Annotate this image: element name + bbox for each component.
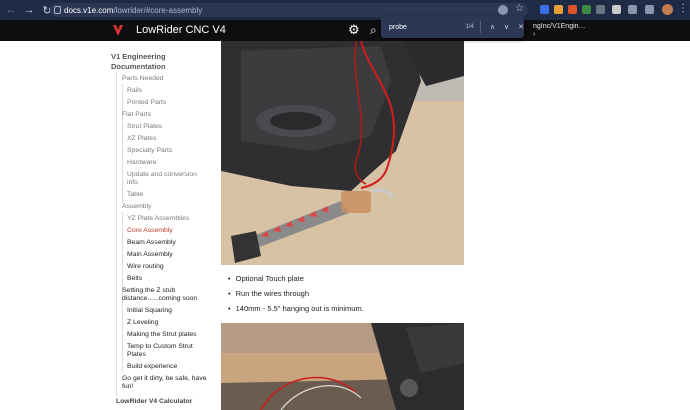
sidebar-item-xz-plates[interactable]: XZ Plates	[127, 135, 156, 143]
zoom-icon[interactable]	[498, 5, 508, 15]
sidebar-item-beam-assembly[interactable]: Beam Assembly	[127, 239, 176, 247]
sidebar-item-rails[interactable]: Rails	[127, 87, 142, 95]
sidebar-item-update-conversion[interactable]: Update and conversion	[127, 171, 197, 179]
site-header: LowRider CNC V4 ⚙ ⌕ ngInc/V1Engin… ›	[0, 20, 690, 41]
sidebar-item-table[interactable]: Table	[127, 191, 143, 199]
doc-heading-line2: Documentation	[111, 62, 166, 71]
site-title[interactable]: LowRider CNC V4	[136, 24, 226, 36]
extension-icon[interactable]	[596, 5, 605, 14]
extension-icon[interactable]	[582, 5, 591, 14]
nav-guide-line	[116, 72, 117, 396]
profile-avatar[interactable]	[662, 4, 673, 15]
url-path: /lowrider/#core-assembly	[113, 5, 203, 15]
extensions-puzzle-icon[interactable]	[628, 5, 637, 14]
extension-icon[interactable]	[540, 5, 549, 14]
sidebar-item-calculator[interactable]: LowRider V4 Calculator	[116, 398, 192, 406]
sidebar-item-z-stub[interactable]: Setting the Z stub	[122, 287, 175, 295]
bullet-item: Run the wires through	[228, 289, 309, 298]
sidebar-item-update-conversion-cont[interactable]: info	[127, 179, 138, 187]
back-icon[interactable]: ←	[4, 4, 18, 16]
sidebar-item-flat-parts[interactable]: Flat Parts	[122, 111, 151, 119]
sidebar-item-go-get-it-dirty[interactable]: Go get it dirty, be safe, have	[122, 375, 207, 383]
repo-link[interactable]: ngInc/V1Engin… ›	[533, 23, 586, 39]
v1-logo-icon[interactable]	[112, 24, 124, 37]
sidebar-item-z-stub-cont[interactable]: distance......coming soon	[122, 295, 197, 303]
repo-arrow: ›	[533, 31, 536, 38]
wire-routing-photo	[221, 323, 464, 410]
find-count: 1/4	[465, 24, 474, 30]
sidebar-item-hardware[interactable]: Hardware	[127, 159, 156, 167]
sidebar-item-belts[interactable]: Belts	[127, 275, 142, 283]
sidebar-item-assembly[interactable]: Assembly	[122, 203, 151, 211]
sidebar-item-core-assembly[interactable]: Core Assembly	[127, 227, 173, 235]
sidebar-item-initial-squaring[interactable]: Initial Squaring	[127, 307, 172, 315]
url-host: docs.v1e.com	[64, 5, 114, 15]
extension-icon[interactable]	[612, 5, 621, 14]
find-bar: probe 1/4 ∧ ∨ ✕	[381, 16, 524, 38]
extension-icon[interactable]	[568, 5, 577, 14]
sidebar-item-go-get-it-dirty-cont[interactable]: fun!	[122, 383, 133, 391]
doc-heading-line1: V1 Engineering	[111, 52, 166, 61]
sidebar-item-printed-parts[interactable]: Printed Parts	[127, 99, 166, 107]
sidebar-item-build-experience[interactable]: Build experience	[127, 363, 177, 371]
sidebar-item-yz-plate-assemblies[interactable]: YZ Plate Assemblies	[127, 215, 189, 223]
sidebar-item-specialty-parts[interactable]: Specialty Parts	[127, 147, 172, 155]
forward-icon[interactable]: →	[22, 4, 36, 16]
close-icon[interactable]: ✕	[518, 23, 524, 31]
site-info-icon[interactable]	[54, 6, 61, 14]
find-next-icon[interactable]: ∨	[504, 23, 509, 31]
find-input[interactable]: probe	[389, 24, 458, 31]
sidebar-item-making-strut-plates[interactable]: Making the Strut plates	[127, 331, 197, 339]
find-previous-icon[interactable]: ∧	[490, 23, 495, 31]
sidebar-item-z-leveling[interactable]: Z Leveling	[127, 319, 158, 327]
sidebar-item-strut-plates[interactable]: Strut Plates	[127, 123, 162, 131]
settings-gear-icon[interactable]: ⚙	[348, 22, 360, 38]
bookmark-star-icon[interactable]: ☆	[515, 3, 524, 14]
nav-guide-line	[122, 84, 123, 202]
repo-name: ngInc/V1Engin…	[533, 23, 586, 30]
search-icon[interactable]: ⌕	[370, 23, 377, 38]
bullet-item: 140mm - 5.5" hanging out is minimum.	[228, 304, 364, 313]
extension-icon[interactable]	[554, 5, 563, 14]
menu-kebab-icon[interactable]: ⋮	[678, 3, 688, 14]
cast-icon[interactable]	[645, 5, 654, 14]
address-bar[interactable]: docs.v1e.com/lowrider/#core-assembly ☆	[50, 3, 528, 17]
sidebar-item-temp-custom-strut[interactable]: Temp to Custom Strut	[127, 343, 193, 351]
bullet-item: Optional Touch plate	[228, 274, 304, 283]
doc-heading[interactable]: V1 Engineering Documentation	[111, 52, 166, 72]
sidebar-item-main-assembly[interactable]: Main Assembly	[127, 251, 173, 259]
sidebar-item-wire-routing[interactable]: Wire routing	[127, 263, 164, 271]
divider	[479, 21, 481, 33]
core-assembly-photo	[221, 41, 464, 265]
sidebar-item-temp-custom-strut-cont[interactable]: Plates	[127, 351, 146, 359]
sidebar-item-parts-needed[interactable]: Parts Needed	[122, 75, 164, 83]
url-text[interactable]: docs.v1e.com/lowrider/#core-assembly	[64, 6, 202, 15]
